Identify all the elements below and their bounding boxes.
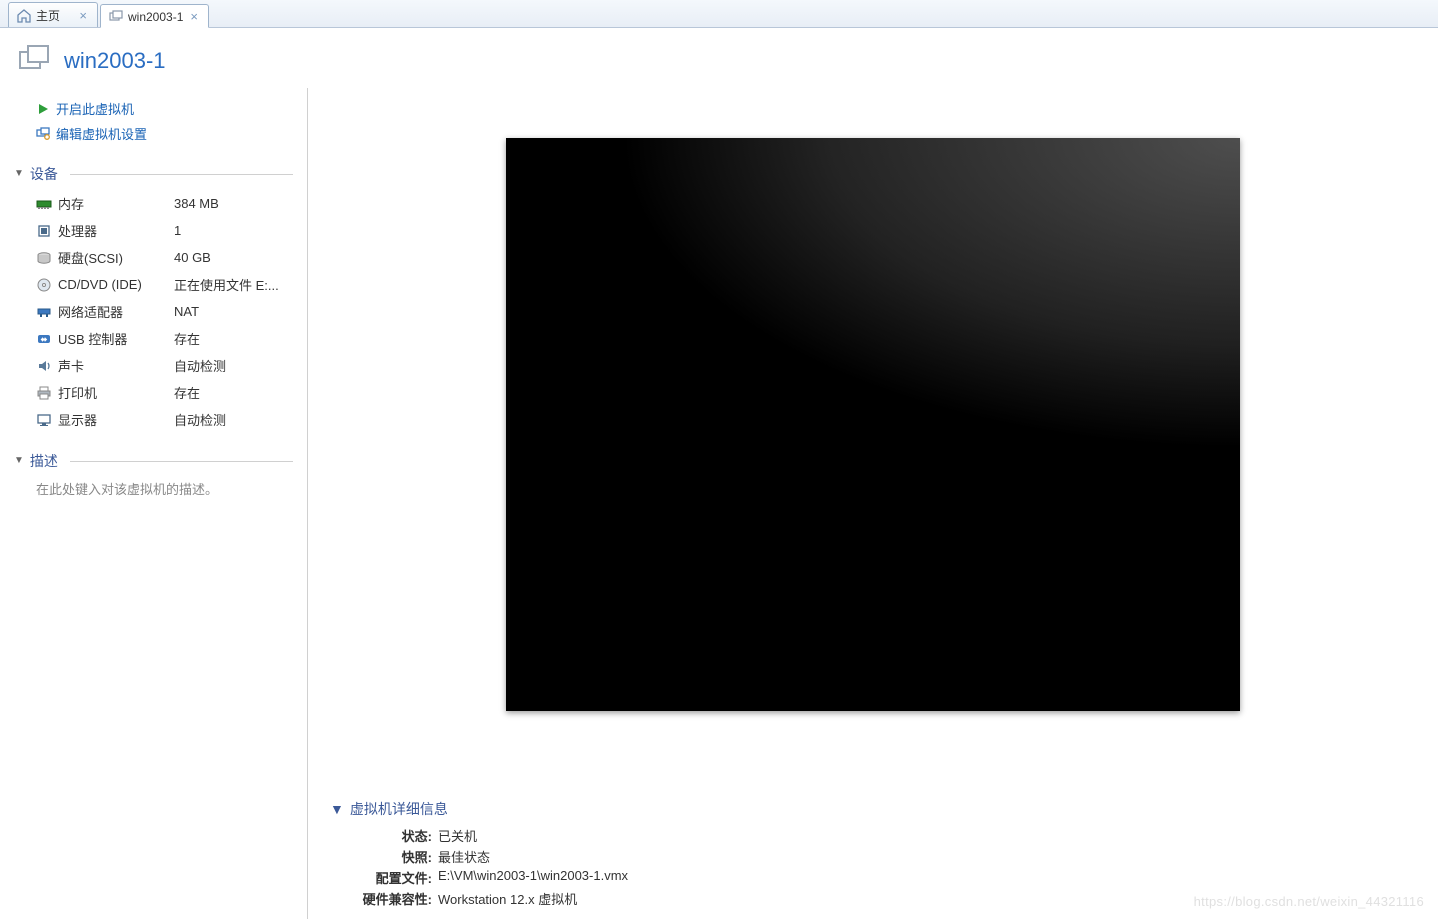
description-section-header[interactable]: ▼ 描述 — [14, 451, 293, 471]
device-network-value: NAT — [174, 304, 199, 319]
display-icon — [36, 412, 52, 428]
device-disk[interactable]: 硬盘(SCSI) 40 GB — [36, 244, 293, 271]
device-usb-value: 存在 — [174, 329, 200, 348]
details-section-label: 虚拟机详细信息 — [350, 799, 448, 819]
device-usb[interactable]: ⬌ USB 控制器 存在 — [36, 325, 293, 352]
device-cpu-label: 处理器 — [58, 221, 97, 240]
device-cddvd-label: CD/DVD (IDE) — [58, 277, 142, 292]
device-display[interactable]: 显示器 自动检测 — [36, 406, 293, 433]
vm-icon — [109, 10, 123, 24]
device-printer-label: 打印机 — [58, 383, 97, 402]
page-title: win2003-1 — [64, 48, 166, 74]
detail-state-value: 已关机 — [438, 826, 477, 845]
description-input[interactable]: 在此处键入对该虚拟机的描述。 — [36, 479, 293, 498]
device-display-label: 显示器 — [58, 410, 97, 429]
detail-config: 配置文件: E:\VM\win2003-1\win2003-1.vmx — [360, 867, 1416, 888]
device-network-label: 网络适配器 — [58, 302, 123, 321]
device-cddvd[interactable]: CD/DVD (IDE) 正在使用文件 E:... — [36, 271, 293, 298]
close-icon[interactable]: × — [77, 8, 89, 23]
sound-icon — [36, 358, 52, 374]
memory-icon — [36, 196, 52, 212]
power-on-label: 开启此虚拟机 — [56, 99, 134, 118]
watermark: https://blog.csdn.net/weixin_44321116 — [1194, 894, 1424, 909]
device-cpu[interactable]: 处理器 1 — [36, 217, 293, 244]
screen-preview-wrap — [308, 88, 1438, 789]
power-on-button[interactable]: 开启此虚拟机 — [14, 96, 293, 121]
tab-home-label: 主页 — [36, 7, 60, 24]
device-sound-value: 自动检测 — [174, 356, 226, 375]
usb-icon: ⬌ — [36, 331, 52, 347]
content-area: ▼ 虚拟机详细信息 状态: 已关机 快照: 最佳状态 配置文件: E:\VM\w… — [308, 88, 1438, 919]
device-printer[interactable]: 打印机 存在 — [36, 379, 293, 406]
description-section-label: 描述 — [30, 451, 58, 471]
network-icon — [36, 304, 52, 320]
device-disk-label: 硬盘(SCSI) — [58, 248, 123, 267]
device-cpu-value: 1 — [174, 223, 181, 238]
svg-text:⬌: ⬌ — [40, 335, 48, 344]
sidebar: 开启此虚拟机 编辑虚拟机设置 ▼ 设备 内存 384 MB — [0, 88, 308, 919]
tab-vm[interactable]: win2003-1 × — [100, 4, 209, 28]
device-sound[interactable]: 声卡 自动检测 — [36, 352, 293, 379]
detail-snapshot: 快照: 最佳状态 — [360, 846, 1416, 867]
device-cddvd-value: 正在使用文件 E:... — [174, 275, 279, 294]
detail-config-key: 配置文件: — [360, 868, 432, 887]
tab-vm-label: win2003-1 — [128, 10, 183, 24]
edit-settings-label: 编辑虚拟机设置 — [56, 124, 147, 143]
divider — [70, 461, 293, 462]
printer-icon — [36, 385, 52, 401]
collapse-icon: ▼ — [330, 801, 344, 817]
collapse-icon: ▼ — [14, 456, 24, 466]
close-icon[interactable]: × — [188, 9, 200, 24]
detail-config-value: E:\VM\win2003-1\win2003-1.vmx — [438, 868, 628, 887]
device-disk-value: 40 GB — [174, 250, 211, 265]
devices-section-header[interactable]: ▼ 设备 — [14, 164, 293, 184]
detail-state-key: 状态: — [360, 826, 432, 845]
main-content: 开启此虚拟机 编辑虚拟机设置 ▼ 设备 内存 384 MB — [0, 88, 1438, 919]
devices-section-label: 设备 — [30, 164, 58, 184]
detail-state: 状态: 已关机 — [360, 825, 1416, 846]
device-display-value: 自动检测 — [174, 410, 226, 429]
edit-settings-button[interactable]: 编辑虚拟机设置 — [14, 121, 293, 146]
device-printer-value: 存在 — [174, 383, 200, 402]
device-usb-label: USB 控制器 — [58, 329, 127, 348]
settings-icon — [36, 127, 50, 141]
collapse-icon: ▼ — [14, 169, 24, 179]
disk-icon — [36, 250, 52, 266]
detail-snapshot-value: 最佳状态 — [438, 847, 490, 866]
detail-snapshot-key: 快照: — [360, 847, 432, 866]
home-icon — [17, 9, 31, 23]
tab-bar: 主页 × win2003-1 × — [0, 0, 1438, 28]
divider — [70, 174, 293, 175]
details-section-header[interactable]: ▼ 虚拟机详细信息 — [330, 799, 1416, 819]
device-sound-label: 声卡 — [58, 356, 84, 375]
device-memory-label: 内存 — [58, 194, 84, 213]
vm-large-icon — [18, 44, 52, 78]
play-icon — [36, 102, 50, 116]
device-network[interactable]: 网络适配器 NAT — [36, 298, 293, 325]
detail-compat-key: 硬件兼容性: — [360, 889, 432, 908]
detail-compat-value: Workstation 12.x 虚拟机 — [438, 889, 577, 908]
screen-preview[interactable] — [506, 138, 1240, 711]
vm-header: win2003-1 — [0, 28, 1438, 88]
preview-gloss — [506, 138, 1240, 711]
device-memory[interactable]: 内存 384 MB — [36, 190, 293, 217]
cpu-icon — [36, 223, 52, 239]
cd-icon — [36, 277, 52, 293]
tab-home[interactable]: 主页 × — [8, 2, 98, 27]
device-list: 内存 384 MB 处理器 1 硬盘(SCSI) 40 GB — [36, 190, 293, 433]
device-memory-value: 384 MB — [174, 196, 219, 211]
